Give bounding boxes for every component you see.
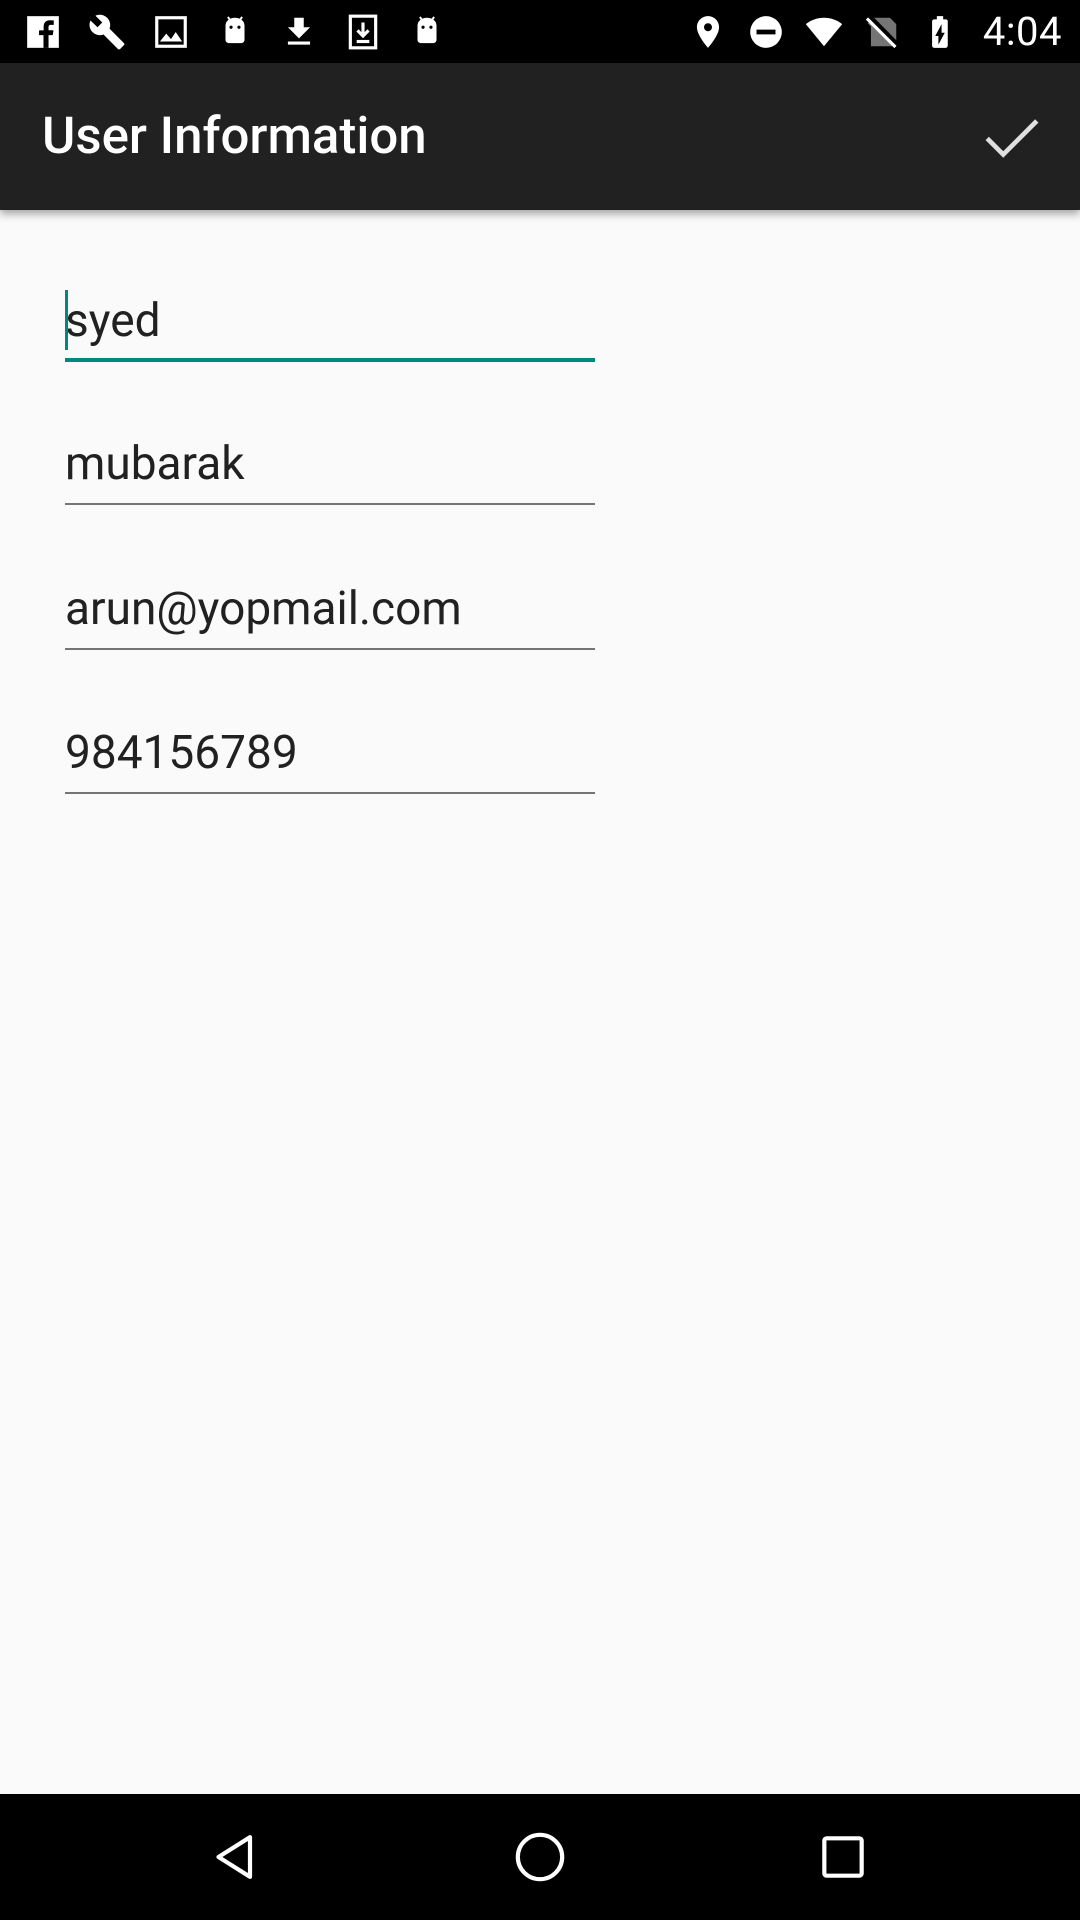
battery-charging-icon [921, 13, 959, 51]
phone-field[interactable]: 984156789 [65, 714, 595, 794]
download-icon [280, 13, 318, 51]
first-name-value: syed [65, 294, 161, 348]
android-icon [216, 13, 254, 51]
location-icon [689, 13, 727, 51]
download-box-icon [344, 13, 382, 51]
no-sim-icon [863, 13, 901, 51]
android-icon [408, 13, 446, 51]
check-icon [985, 119, 1039, 158]
first-name-underline [65, 358, 595, 362]
email-underline [65, 648, 595, 650]
wrench-icon [88, 13, 126, 51]
last-name-underline [65, 503, 595, 505]
recents-icon [822, 1836, 864, 1878]
facebook-icon [24, 13, 62, 51]
status-bar: 4:04 [0, 0, 1080, 63]
home-button[interactable] [500, 1817, 580, 1897]
email-field[interactable]: arun@yopmail.com [65, 570, 595, 650]
last-name-field[interactable]: mubarak [65, 425, 595, 505]
last-name-value: mubarak [65, 437, 245, 491]
first-name-field[interactable]: syed [65, 282, 595, 362]
clock: 4:04 [982, 8, 1062, 55]
do-not-disturb-icon [747, 13, 785, 51]
app-bar: User Information [0, 63, 1080, 210]
form: syed mubarak arun@yopmail.com 984156789 [0, 210, 1080, 1794]
navigation-bar [0, 1794, 1080, 1920]
home-icon [515, 1832, 565, 1882]
wifi-icon [805, 13, 843, 51]
image-icon [152, 13, 190, 51]
page-title: User Information [42, 107, 427, 166]
phone-underline [65, 792, 595, 794]
phone-value: 984156789 [65, 726, 298, 780]
recents-button[interactable] [803, 1817, 883, 1897]
back-icon [216, 1835, 253, 1879]
back-button[interactable] [196, 1817, 276, 1897]
save-button[interactable] [968, 93, 1056, 181]
text-cursor [65, 290, 68, 350]
email-value: arun@yopmail.com [65, 582, 462, 636]
